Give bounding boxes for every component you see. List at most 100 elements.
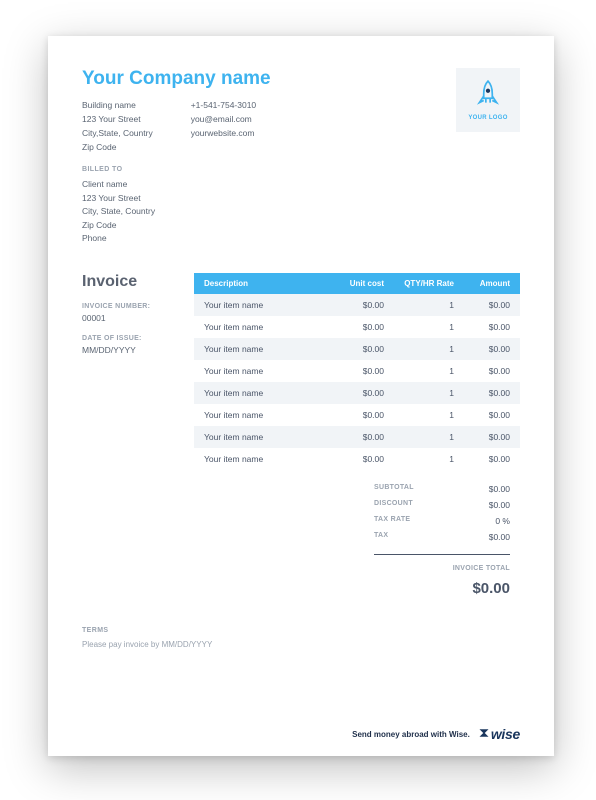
client-zip: Zip Code: [82, 220, 520, 230]
table-row: Your item name$0.001$0.00: [194, 294, 520, 316]
table-row: Your item name$0.001$0.00: [194, 382, 520, 404]
client-phone: Phone: [82, 233, 520, 243]
tax-value: $0.00: [454, 532, 510, 542]
contact-website: yourwebsite.com: [191, 128, 256, 138]
company-block: Your Company name Building name 123 Your…: [82, 68, 456, 152]
cell-amount: $0.00: [454, 366, 510, 376]
invoice-page: Your Company name Building name 123 Your…: [48, 36, 554, 756]
cell-unit-cost: $0.00: [328, 366, 384, 376]
table-header: Description Unit cost QTY/HR Rate Amount: [194, 273, 520, 294]
footer-tagline: Send money abroad with Wise.: [352, 730, 470, 739]
address-building: Building name: [82, 100, 153, 110]
invoice-number: 00001: [82, 313, 194, 323]
cell-description: Your item name: [204, 300, 328, 310]
cell-amount: $0.00: [454, 322, 510, 332]
billed-to-block: Client name 123 Your Street City, State,…: [82, 179, 520, 243]
cell-qty: 1: [384, 410, 454, 420]
subtotal-value: $0.00: [454, 484, 510, 494]
cell-qty: 1: [384, 344, 454, 354]
invoice-total-label: INVOICE TOTAL: [194, 565, 510, 572]
cell-unit-cost: $0.00: [328, 322, 384, 332]
cell-amount: $0.00: [454, 344, 510, 354]
cell-qty: 1: [384, 432, 454, 442]
invoice-number-label: INVOICE NUMBER:: [82, 303, 194, 310]
cell-qty: 1: [384, 388, 454, 398]
cell-qty: 1: [384, 300, 454, 310]
company-name: Your Company name: [82, 68, 456, 90]
date-of-issue-label: DATE OF ISSUE:: [82, 335, 194, 342]
table-row: Your item name$0.001$0.00: [194, 338, 520, 360]
terms-block: TERMS Please pay invoice by MM/DD/YYYY: [82, 627, 520, 649]
cell-description: Your item name: [204, 322, 328, 332]
wise-flag-icon: [478, 726, 490, 742]
tax-rate-value: 0 %: [454, 516, 510, 526]
cell-amount: $0.00: [454, 410, 510, 420]
cell-unit-cost: $0.00: [328, 454, 384, 464]
contact-email: you@email.com: [191, 114, 256, 124]
cell-amount: $0.00: [454, 300, 510, 310]
tax-label: TAX: [374, 532, 454, 542]
cell-unit-cost: $0.00: [328, 344, 384, 354]
tax-rate-label: TAX RATE: [374, 516, 454, 526]
address-street: 123 Your Street: [82, 114, 153, 124]
wise-wordmark: wise: [491, 726, 520, 742]
invoice-meta: Invoice INVOICE NUMBER: 00001 DATE OF IS…: [82, 273, 194, 597]
totals-rule: [374, 554, 510, 555]
header: Your Company name Building name 123 Your…: [82, 68, 520, 152]
col-unit-cost: Unit cost: [328, 279, 384, 288]
tax-rate-row: TAX RATE 0 %: [194, 516, 510, 526]
cell-qty: 1: [384, 366, 454, 376]
terms-text: Please pay invoice by MM/DD/YYYY: [82, 640, 520, 649]
table-row: Your item name$0.001$0.00: [194, 426, 520, 448]
subtotal-row: SUBTOTAL $0.00: [194, 484, 510, 494]
company-address: Building name 123 Your Street City,State…: [82, 100, 153, 152]
logo-caption: YOUR LOGO: [468, 115, 507, 121]
table-row: Your item name$0.001$0.00: [194, 448, 520, 470]
discount-label: DISCOUNT: [374, 500, 454, 510]
cell-description: Your item name: [204, 344, 328, 354]
client-name: Client name: [82, 179, 520, 189]
discount-row: DISCOUNT $0.00: [194, 500, 510, 510]
logo-placeholder: YOUR LOGO: [456, 68, 520, 132]
table-body: Your item name$0.001$0.00Your item name$…: [194, 294, 520, 470]
cell-unit-cost: $0.00: [328, 410, 384, 420]
invoice-body: Invoice INVOICE NUMBER: 00001 DATE OF IS…: [82, 273, 520, 597]
invoice-heading: Invoice: [82, 273, 194, 291]
billed-to-label: BILLED TO: [82, 166, 520, 173]
cell-unit-cost: $0.00: [328, 300, 384, 310]
cell-description: Your item name: [204, 410, 328, 420]
cell-amount: $0.00: [454, 454, 510, 464]
cell-description: Your item name: [204, 454, 328, 464]
col-qty: QTY/HR Rate: [384, 279, 454, 288]
company-contact: +1-541-754-3010 you@email.com yourwebsit…: [191, 100, 256, 152]
table-row: Your item name$0.001$0.00: [194, 404, 520, 426]
rocket-icon: [475, 79, 501, 111]
totals-block: SUBTOTAL $0.00 DISCOUNT $0.00 TAX RATE 0…: [194, 484, 520, 597]
discount-value: $0.00: [454, 500, 510, 510]
cell-qty: 1: [384, 322, 454, 332]
cell-amount: $0.00: [454, 432, 510, 442]
tax-row: TAX $0.00: [194, 532, 510, 542]
company-columns: Building name 123 Your Street City,State…: [82, 100, 456, 152]
client-street: 123 Your Street: [82, 193, 520, 203]
subtotal-label: SUBTOTAL: [374, 484, 454, 494]
contact-phone: +1-541-754-3010: [191, 100, 256, 110]
wise-logo: wise: [478, 726, 520, 742]
cell-description: Your item name: [204, 388, 328, 398]
cell-description: Your item name: [204, 432, 328, 442]
footer: Send money abroad with Wise. wise: [352, 726, 520, 742]
client-city: City, State, Country: [82, 206, 520, 216]
date-of-issue: MM/DD/YYYY: [82, 345, 194, 355]
terms-heading: TERMS: [82, 627, 520, 634]
col-amount: Amount: [454, 279, 510, 288]
cell-description: Your item name: [204, 366, 328, 376]
line-items-table: Description Unit cost QTY/HR Rate Amount…: [194, 273, 520, 597]
table-row: Your item name$0.001$0.00: [194, 360, 520, 382]
address-city: City,State, Country: [82, 128, 153, 138]
cell-amount: $0.00: [454, 388, 510, 398]
cell-unit-cost: $0.00: [328, 388, 384, 398]
col-description: Description: [204, 279, 328, 288]
cell-qty: 1: [384, 454, 454, 464]
table-row: Your item name$0.001$0.00: [194, 316, 520, 338]
cell-unit-cost: $0.00: [328, 432, 384, 442]
